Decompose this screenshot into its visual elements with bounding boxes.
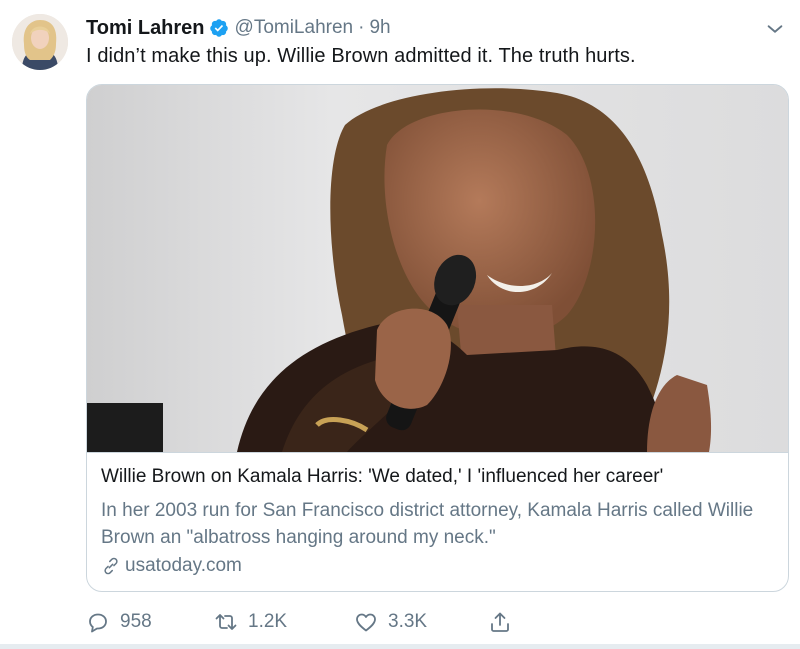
card-divider xyxy=(87,452,788,453)
card-photo xyxy=(87,85,788,452)
chevron-down-icon[interactable] xyxy=(764,18,786,40)
like-count: 3.3K xyxy=(388,611,428,632)
avatar-image xyxy=(12,14,68,70)
card-title[interactable]: Willie Brown on Kamala Harris: 'We dated… xyxy=(101,466,663,488)
link-card[interactable]: Willie Brown on Kamala Harris: 'We dated… xyxy=(86,84,789,592)
card-domain-text: usatoday.com xyxy=(125,555,242,576)
author-handle[interactable]: @TomiLahren xyxy=(235,17,354,39)
bottom-separator xyxy=(0,644,800,649)
avatar[interactable] xyxy=(12,14,68,70)
reply-icon xyxy=(86,610,110,634)
share-button[interactable] xyxy=(488,608,512,636)
tweet-actions: 958 1.2K 3.3K xyxy=(86,608,546,636)
author-name[interactable]: Tomi Lahren xyxy=(86,17,205,40)
reply-button[interactable]: 958 xyxy=(86,608,152,636)
like-button[interactable]: 3.3K xyxy=(354,608,427,636)
heart-icon xyxy=(354,610,378,634)
share-icon xyxy=(488,610,512,634)
tweet[interactable]: Tomi Lahren @TomiLahren · 9h I didn’t ma… xyxy=(0,0,800,649)
retweet-button[interactable]: 1.2K xyxy=(214,608,287,636)
card-description: In her 2003 run for San Francisco distri… xyxy=(101,500,754,548)
card-image[interactable] xyxy=(87,85,788,452)
retweet-icon xyxy=(214,610,238,634)
separator-dot: · xyxy=(358,17,365,38)
tweet-header: Tomi Lahren @TomiLahren · 9h xyxy=(86,16,391,40)
verified-badge-icon xyxy=(209,18,229,38)
tweet-timestamp[interactable]: 9h xyxy=(369,17,390,39)
link-icon xyxy=(101,556,121,576)
card-domain[interactable]: usatoday.com xyxy=(101,555,242,577)
retweet-count: 1.2K xyxy=(248,611,288,632)
reply-count: 958 xyxy=(120,611,152,632)
tweet-text: I didn’t make this up. Willie Brown admi… xyxy=(86,45,636,67)
